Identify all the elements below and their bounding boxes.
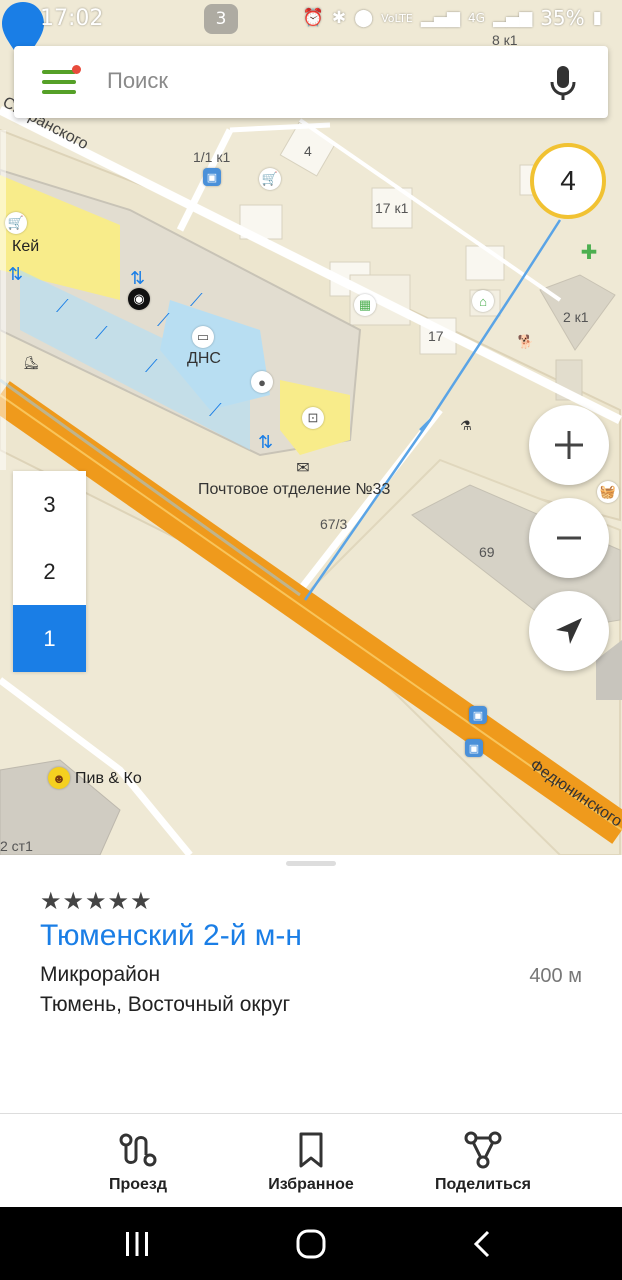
minus-icon — [557, 536, 581, 540]
poi-label-post-office[interactable]: Почтовое отделение №33 — [198, 481, 390, 499]
bus-stop-icon[interactable]: ▣ — [203, 168, 221, 186]
recent-apps-button[interactable] — [107, 1223, 167, 1265]
zoom-out-button[interactable] — [529, 498, 609, 578]
building-label: 17 к1 — [375, 200, 409, 216]
home-icon — [296, 1229, 326, 1259]
share-icon — [464, 1131, 502, 1169]
place-distance: 400 м — [529, 965, 582, 987]
stairs-icon: ⟋ — [190, 290, 203, 310]
search-input[interactable]: Поиск — [107, 68, 168, 94]
route-icon — [119, 1133, 157, 1167]
building-label: 2 ст1 — [0, 838, 33, 854]
notification-count-badge: 3 — [204, 4, 238, 34]
action-bar: Проезд Избранное Поделиться — [0, 1113, 622, 1208]
bookmark-icon — [299, 1132, 323, 1168]
system-nav-bar — [0, 1207, 622, 1280]
floor-2-button[interactable]: 2 — [13, 538, 86, 605]
escalator-icon: ⇅ — [8, 264, 24, 284]
search-bar[interactable]: Поиск — [14, 46, 608, 118]
poi-label-piv[interactable]: Пив & Ко — [75, 770, 142, 788]
network-type-label: 4G — [468, 11, 485, 25]
favorites-button[interactable]: Избранное — [231, 1114, 391, 1208]
stairs-icon: ⟋ — [157, 310, 170, 330]
notification-dot — [72, 65, 81, 74]
floor-selector[interactable]: 3 2 1 — [13, 471, 86, 672]
shopping-basket-icon[interactable]: 🛒 — [5, 212, 27, 234]
recent-apps-icon — [126, 1232, 148, 1256]
back-arrow-icon — [473, 1230, 490, 1258]
drag-handle[interactable] — [286, 861, 336, 866]
building-label: 1/1 к1 — [193, 149, 231, 165]
status-time: 17:02 — [40, 6, 104, 31]
my-location-button[interactable] — [529, 591, 609, 671]
status-icons: ⏰ ✱ ⬤ VoLTE ▂▄▆ 4G ▂▄▆ 35% ▮ — [303, 6, 602, 30]
building-label: 67/3 — [320, 516, 348, 532]
pet-icon[interactable]: 🐕 — [515, 331, 537, 353]
plus-icon — [555, 431, 583, 459]
skating-icon[interactable]: ⛸ — [20, 352, 42, 374]
building-label: 69 — [479, 544, 495, 560]
battery-percentage: 35% — [540, 6, 585, 30]
building-label: 2 к1 — [563, 309, 589, 325]
escalator-icon: ⇅ — [258, 432, 274, 452]
favorites-label: Избранное — [268, 1176, 354, 1193]
cinema-icon[interactable]: ◉ — [128, 288, 150, 310]
computer-store-icon[interactable]: ▭ — [192, 326, 214, 348]
place-title: Тюменский 2-й м-н — [40, 919, 302, 952]
microphone-icon[interactable] — [548, 64, 578, 102]
zoom-level-badge[interactable]: 4 — [530, 143, 606, 219]
poi-label-key[interactable]: Кей — [12, 238, 39, 256]
alarm-icon: ⏰ — [302, 8, 324, 28]
rating-stars: ★★★★★ — [40, 888, 153, 915]
bus-stop-icon[interactable]: ▣ — [465, 739, 483, 757]
spray-icon[interactable]: ⚗ — [455, 415, 477, 437]
poi-label-dns[interactable]: ДНС — [187, 350, 221, 368]
cart-icon[interactable]: 🛒 — [259, 168, 281, 190]
building-label: 4 — [304, 143, 312, 159]
bus-stop-icon[interactable]: ▣ — [469, 706, 487, 724]
escalator-icon: ⇅ — [130, 268, 146, 288]
place-address: Тюмень, Восточный округ — [40, 993, 291, 1016]
signal-icon: ▂▄▆ — [492, 8, 533, 28]
route-button[interactable]: Проезд — [58, 1114, 218, 1208]
beer-bar-icon[interactable]: ☻ — [48, 767, 70, 789]
navigation-arrow-icon — [556, 618, 582, 644]
hamburger-menu-icon[interactable] — [42, 65, 81, 94]
place-card[interactable]: ★★★★★ Тюменский 2-й м-н Микрорайон Тюмен… — [0, 855, 622, 1113]
building-label: 17 — [428, 328, 444, 344]
share-label: Поделиться — [434, 1176, 532, 1193]
back-button[interactable] — [453, 1223, 513, 1265]
status-bar: 17:02 3 ⏰ ✱ ⬤ VoLTE ▂▄▆ 4G ▂▄▆ 35% ▮ — [0, 0, 622, 38]
bluetooth-icon: ✱ — [331, 8, 347, 28]
battery-icon: ▮ — [592, 8, 602, 28]
share-button[interactable]: Поделиться — [403, 1114, 563, 1208]
bag-icon[interactable]: ⊡ — [302, 407, 324, 429]
pharmacy-icon[interactable]: ✚ — [578, 241, 600, 264]
mail-icon[interactable]: ✉ — [292, 457, 314, 479]
stairs-icon: ⟋ — [145, 356, 158, 376]
place-type: Микрорайон — [40, 963, 161, 986]
home-button[interactable] — [281, 1223, 341, 1265]
signal-icon: ▂▄▆ — [420, 8, 461, 28]
office-icon[interactable]: ▦ — [354, 294, 376, 316]
zoom-in-button[interactable] — [529, 405, 609, 485]
grocery-basket-icon[interactable]: 🧺 — [597, 481, 619, 503]
route-label: Проезд — [108, 1176, 168, 1193]
stairs-icon: ⟋ — [209, 400, 222, 420]
volte-icon: VoLTE — [381, 11, 413, 25]
hotel-icon[interactable]: ⌂ — [472, 290, 494, 312]
stairs-icon: ⟋ — [95, 323, 108, 343]
location-marker-icon[interactable]: ● — [251, 371, 273, 393]
map-view[interactable]: Сперанского Федюнинского 8 к1 1/1 к1 4 1… — [0, 0, 622, 855]
floor-1-button[interactable]: 1 — [13, 605, 86, 672]
stairs-icon: ⟋ — [56, 296, 69, 316]
location-icon: ⬤ — [354, 8, 374, 28]
floor-3-button[interactable]: 3 — [13, 471, 86, 538]
